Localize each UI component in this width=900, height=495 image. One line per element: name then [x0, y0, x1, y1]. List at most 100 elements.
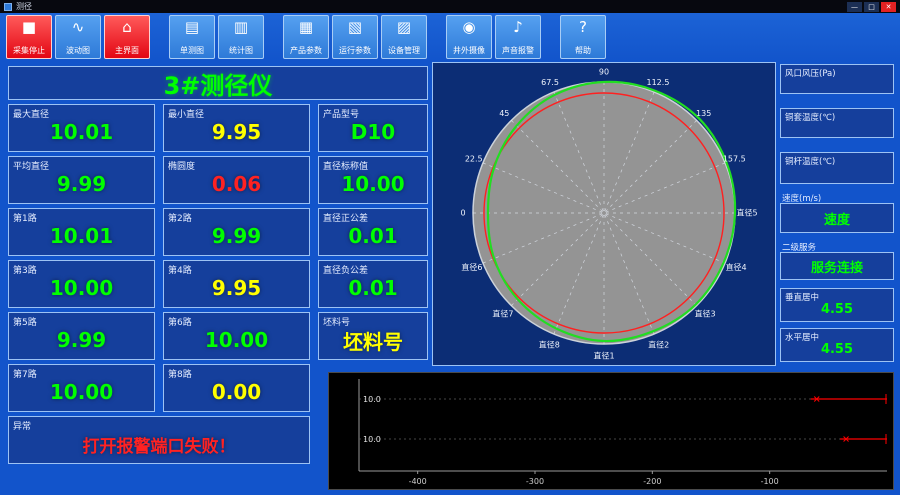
toolbar-button-fluctuation-chart[interactable]: ∿ 波动图	[55, 15, 101, 59]
cell-value: 10.00	[49, 276, 114, 300]
toolbar-button-label: 主界面	[115, 46, 139, 55]
cell-channel-7: 第7路 10.00	[8, 364, 155, 412]
polar-diameter-label: 直径4	[726, 262, 747, 272]
maximize-button[interactable]: □	[864, 1, 879, 12]
run-params-icon: ▧	[347, 18, 363, 36]
cell-channel-4: 第4路 9.95	[163, 260, 310, 308]
statistics-chart-icon: ▥	[233, 18, 249, 36]
cell-channel-6: 第6路 10.00	[163, 312, 310, 360]
main-screen-icon: ⌂	[122, 18, 132, 36]
toolbar-button-sound-alarm[interactable]: ♪ 声音报警	[495, 15, 541, 59]
single-measure-chart-icon: ▤	[184, 18, 200, 36]
cell-value: 0.01	[348, 224, 398, 248]
trend-chart-panel: 10.0 10.0 -400 -300 -200 -100	[328, 372, 894, 490]
cell-max-diameter: 最大直径 10.01	[8, 104, 155, 152]
cell-value: 0.01	[348, 276, 398, 300]
vertical-center-value: 4.55	[820, 301, 854, 317]
stop-acquisition-icon: ■	[21, 18, 37, 36]
polar-diameter-label: 直径5	[736, 208, 757, 218]
external-camera-icon: ◉	[462, 18, 476, 36]
cell-value: 10.00	[204, 328, 269, 352]
cell-value: 0.00	[211, 380, 262, 404]
horizontal-center-value: 4.55	[820, 341, 854, 357]
cell-plus-tolerance: 直径正公差 0.01	[318, 208, 428, 256]
fluctuation-chart-icon: ∿	[71, 18, 85, 36]
cell-value: 9.99	[56, 172, 107, 196]
cell-abnormal-status: 异常 打开报警端口失败！	[8, 416, 310, 464]
toolbar-button-statistics-chart[interactable]: ▥ 统计图	[218, 15, 264, 59]
rod-temp-box: 铜杆温度(℃)	[780, 152, 894, 184]
product-params-icon: ▦	[298, 18, 314, 36]
cell-channel-1: 第1路 10.01	[8, 208, 155, 256]
cell-value: D10	[350, 120, 396, 144]
right-column: 风口风压(Pa) 铜套温度(℃) 铜杆温度(℃) 速度(m/s) 速度 二级服务…	[780, 62, 894, 364]
gauge-title-box: 3#测径仪	[8, 66, 428, 100]
toolbar-button-label: 采集停止	[13, 46, 45, 55]
cell-value: 9.99	[211, 224, 262, 248]
cell-value: 10.01	[49, 120, 114, 144]
cell-value: 坯料号	[343, 329, 403, 354]
cell-value: 0.06	[211, 172, 262, 196]
polar-diameter-label: 直径3	[695, 309, 716, 319]
vertical-center-box: 垂直居中 4.55	[780, 288, 894, 322]
trend-x-label: -200	[643, 477, 661, 486]
cell-channel-3: 第3路 10.00	[8, 260, 155, 308]
cell-value: 10.00	[49, 380, 114, 404]
cell-value: 9.95	[211, 120, 262, 144]
rod-temp-label: 铜杆温度(℃)	[785, 157, 836, 167]
polar-diameter-label: 直径6	[461, 262, 482, 272]
toolbar-button-stop-acquisition[interactable]: ■ 采集停止	[6, 15, 52, 59]
cell-value: 9.95	[211, 276, 262, 300]
toolbar-button-label: 帮助	[575, 46, 591, 55]
gauge-title: 3#测径仪	[163, 71, 273, 100]
close-button[interactable]: ✕	[881, 1, 896, 12]
cell-billet-number: 坯料号 坯料号	[318, 312, 428, 360]
minimize-button[interactable]: —	[847, 1, 862, 12]
cell-avg-diameter: 平均直径 9.99	[8, 156, 155, 204]
toolbar-button-label: 统计图	[229, 46, 253, 55]
toolbar-button-device-management[interactable]: ▨ 设备管理	[381, 15, 427, 59]
cell-channel-5: 第5路 9.99	[8, 312, 155, 360]
polar-angle-label: 90	[599, 68, 609, 77]
trend-y-label: 10.0	[363, 435, 381, 444]
sleeve-temp-box: 铜套温度(℃)	[780, 108, 894, 138]
sound-alarm-icon: ♪	[513, 18, 523, 36]
toolbar-button-help[interactable]: ? 帮助	[560, 15, 606, 59]
toolbar-button-label: 设备管理	[388, 46, 420, 55]
trend-x-label: -100	[761, 477, 779, 486]
toolbar-button-product-params[interactable]: ▦ 产品参数	[283, 15, 329, 59]
service-connect-box: 服务连接	[780, 252, 894, 280]
polar-chart-panel: 0 22.5 45 67.5 90 112.5 135 157.5 直径5 直径4 直径3 直径2 直径…	[432, 62, 776, 366]
polar-diameter-label: 直径2	[648, 340, 669, 350]
toolbar-button-main-screen[interactable]: ⌂ 主界面	[104, 15, 150, 59]
toolbar-button-label: 波动图	[66, 46, 90, 55]
help-icon: ?	[579, 18, 587, 36]
toolbar-button-label: 井外摄像	[453, 46, 485, 55]
toolbar: ■ 采集停止 ∿ 波动图 ⌂ 主界面 ▤ 单测图 ▥ 统计图 ▦ 产品参数 ▧ 运行参数 ▨ 设备管理 ◉ 井外摄…	[0, 13, 900, 62]
speed-box: 速度	[780, 203, 894, 233]
polar-diameter-label: 直径8	[539, 340, 560, 350]
cell-value: 10.00	[341, 172, 405, 196]
polar-angle-label: 112.5	[647, 78, 670, 87]
speed-value: 速度	[823, 212, 850, 228]
polar-angle-label: 0	[460, 209, 465, 218]
trend-chart: 10.0 10.0 -400 -300 -200 -100	[358, 379, 887, 486]
polar-angle-label: 135	[696, 109, 711, 118]
polar-angle-label: 67.5	[541, 78, 559, 87]
titlebar: 测径 — □ ✕	[0, 0, 900, 13]
cell-product-model: 产品型号 D10	[318, 104, 428, 152]
toolbar-button-run-params[interactable]: ▧ 运行参数	[332, 15, 378, 59]
toolbar-button-external-camera[interactable]: ◉ 井外摄像	[446, 15, 492, 59]
air-pressure-box: 风口风压(Pa)	[780, 64, 894, 94]
cell-ovality: 椭圆度 0.06	[163, 156, 310, 204]
cell-value: 打开报警端口失败！	[82, 436, 236, 457]
device-management-icon: ▨	[396, 18, 412, 36]
toolbar-button-label: 运行参数	[339, 46, 371, 55]
horizontal-center-box: 水平居中 4.55	[780, 328, 894, 362]
polar-diameter-label: 直径7	[492, 309, 513, 319]
toolbar-button-single-measure-chart[interactable]: ▤ 单测图	[169, 15, 215, 59]
cell-min-diameter: 最小直径 9.95	[163, 104, 310, 152]
cell-channel-2: 第2路 9.99	[163, 208, 310, 256]
toolbar-button-label: 单测图	[180, 46, 204, 55]
toolbar-button-label: 声音报警	[502, 46, 534, 55]
